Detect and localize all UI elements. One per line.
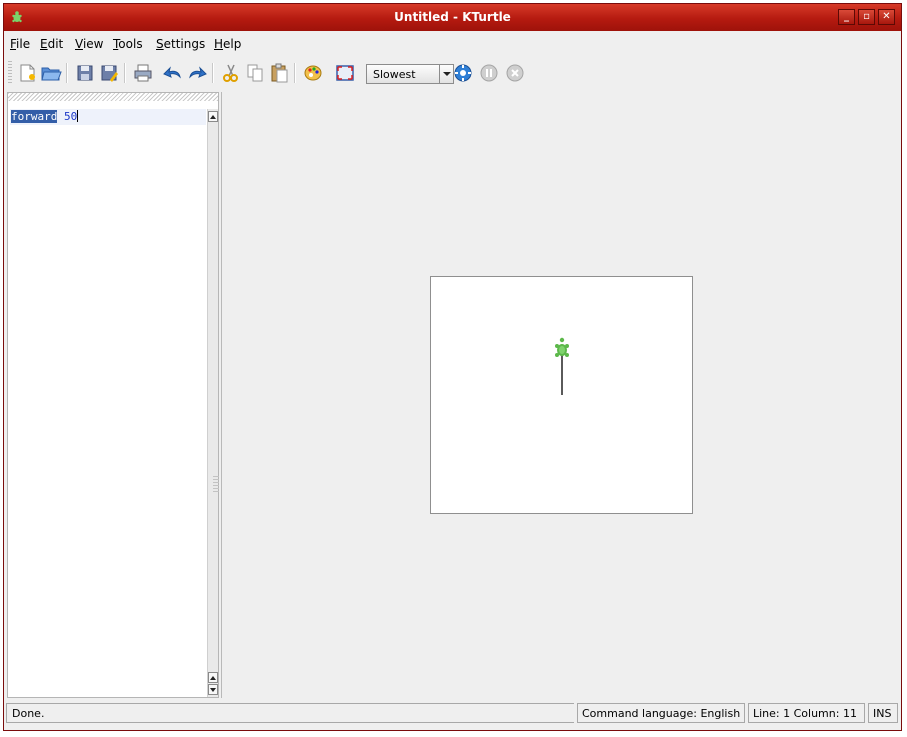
- new-file-icon: [20, 64, 35, 82]
- toolbar-separator: [124, 63, 126, 83]
- status-mode: INS: [868, 703, 898, 723]
- fullscreen-icon: [336, 65, 354, 81]
- text-caret: [77, 110, 79, 122]
- copy-button[interactable]: [244, 62, 266, 84]
- close-button[interactable]: ✕: [878, 9, 895, 25]
- run-button[interactable]: [452, 62, 474, 84]
- undo-icon: [163, 66, 181, 79]
- menu-edit[interactable]: Edit: [40, 37, 63, 51]
- menu-file-label: ile: [16, 37, 31, 51]
- panel-splitter[interactable]: [221, 92, 225, 698]
- pause-icon: [480, 64, 498, 82]
- paste-button[interactable]: [268, 62, 290, 84]
- open-button[interactable]: [40, 62, 62, 84]
- cut-icon: [223, 64, 238, 82]
- print-button[interactable]: [132, 62, 154, 84]
- main-toolbar: Slowest: [4, 57, 901, 89]
- scroll-up-arrow-icon[interactable]: [208, 111, 218, 122]
- canvas-drawing: [555, 337, 569, 395]
- open-folder-icon: [41, 67, 62, 81]
- kturtle-window: Untitled - KTurtle _ ▫ ✕ File Edit View …: [3, 3, 902, 731]
- editor-dock-grip[interactable]: [8, 93, 218, 101]
- menu-settings-label: ettings: [163, 37, 206, 51]
- toolbar-handle[interactable]: [8, 61, 12, 85]
- toolbar-separator: [66, 63, 68, 83]
- menu-tools-label: ools: [118, 37, 143, 51]
- redo-button[interactable]: [186, 62, 208, 84]
- menu-help-mnemonic: H: [214, 37, 224, 51]
- menu-file[interactable]: File: [10, 37, 30, 51]
- status-message: Done.: [6, 703, 574, 723]
- save-icon: [77, 65, 93, 81]
- splitter-grip[interactable]: [213, 476, 219, 494]
- pause-button[interactable]: [478, 62, 500, 84]
- title-bar[interactable]: Untitled - KTurtle _ ▫ ✕: [4, 4, 901, 31]
- turtle-icon: [555, 337, 569, 357]
- menu-bar: File Edit View Tools Settings Help: [4, 34, 901, 54]
- speed-value: Slowest: [373, 68, 416, 81]
- save-as-button[interactable]: [98, 62, 120, 84]
- maximize-button[interactable]: ▫: [858, 9, 875, 25]
- paste-icon: [271, 63, 288, 83]
- editor-vertical-scrollbar[interactable]: [207, 109, 218, 697]
- menu-view[interactable]: View: [75, 37, 103, 51]
- color-picker-button[interactable]: [302, 62, 324, 84]
- fullscreen-button[interactable]: [334, 62, 356, 84]
- code-keyword: forward: [11, 110, 58, 123]
- menu-tools[interactable]: Tools: [113, 37, 143, 51]
- window-title: Untitled - KTurtle: [394, 10, 511, 24]
- status-language: Command language: English: [577, 703, 745, 723]
- save-button[interactable]: [74, 62, 96, 84]
- print-icon: [134, 64, 152, 82]
- speed-dropdown[interactable]: Slowest: [366, 64, 454, 84]
- chevron-down-icon[interactable]: [439, 65, 453, 83]
- menu-view-label: iew: [82, 37, 104, 51]
- minimize-button[interactable]: _: [838, 9, 855, 25]
- cut-button[interactable]: [220, 62, 242, 84]
- status-bar: Done. Command language: English Line: 1 …: [4, 701, 901, 727]
- menu-edit-label: dit: [47, 37, 64, 51]
- redo-icon: [189, 66, 207, 79]
- menu-settings[interactable]: Settings: [156, 37, 205, 51]
- maximize-icon: ▫: [863, 11, 870, 22]
- turtle-canvas[interactable]: [430, 276, 693, 514]
- undo-button[interactable]: [162, 62, 184, 84]
- status-position: Line: 1 Column: 11: [748, 703, 865, 723]
- toolbar-separator: [294, 63, 296, 83]
- run-icon: [454, 64, 472, 82]
- copy-icon: [247, 64, 263, 82]
- code-editor[interactable]: forward 50: [7, 92, 219, 698]
- new-file-button[interactable]: [16, 62, 38, 84]
- code-argument: 50: [63, 110, 78, 123]
- abort-button[interactable]: [504, 62, 526, 84]
- toolbar-separator: [212, 63, 214, 83]
- scroll-down-arrow-icon[interactable]: [208, 684, 218, 695]
- code-line[interactable]: forward 50: [11, 110, 79, 123]
- close-icon: ✕: [882, 11, 891, 22]
- menu-view-mnemonic: V: [75, 37, 83, 51]
- abort-icon: [506, 64, 524, 82]
- minimize-icon: _: [844, 11, 849, 22]
- color-picker-icon: [304, 65, 322, 81]
- menu-settings-mnemonic: S: [156, 37, 164, 51]
- save-as-icon: [101, 65, 118, 82]
- menu-help[interactable]: Help: [214, 37, 241, 51]
- scroll-up-arrow-icon[interactable]: [208, 672, 218, 683]
- menu-help-label: elp: [223, 37, 242, 51]
- menu-edit-mnemonic: E: [40, 37, 48, 51]
